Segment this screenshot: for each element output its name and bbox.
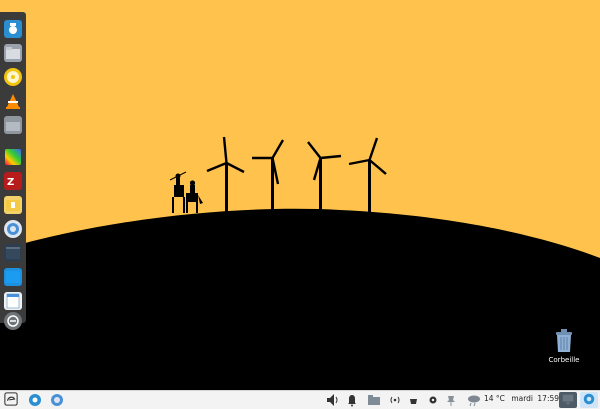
music-player-icon[interactable] <box>4 68 22 86</box>
app-store-icon <box>29 394 41 406</box>
monitor-icon <box>562 394 574 405</box>
cup-icon <box>410 399 417 404</box>
cloud-rain-icon <box>468 395 480 407</box>
browser-icon <box>583 393 595 405</box>
taskbar-app-2[interactable] <box>50 393 64 407</box>
settings-button[interactable] <box>427 393 439 407</box>
day-label: mardi <box>511 394 534 403</box>
file-manager-icon[interactable] <box>4 44 22 62</box>
filezilla-icon[interactable]: Z <box>4 172 22 190</box>
trash-icon <box>556 329 572 352</box>
notepad-icon[interactable] <box>4 292 22 310</box>
desktop: Z Corbeille <box>0 0 600 390</box>
network-button[interactable] <box>388 393 402 407</box>
svg-text:Z: Z <box>7 177 14 188</box>
folder-icon <box>368 395 380 405</box>
bell-icon <box>348 395 356 407</box>
pin-button[interactable] <box>445 393 457 407</box>
taskbar: 14 °C mardi 17:59 <box>0 390 600 409</box>
start-menu-button[interactable] <box>3 392 19 406</box>
window-icon[interactable] <box>4 268 22 286</box>
files-button[interactable] <box>367 393 381 407</box>
temperature-label: 14 °C <box>484 394 505 403</box>
volume-button[interactable] <box>326 393 340 407</box>
browser-icon[interactable] <box>4 220 22 238</box>
weather-button[interactable] <box>466 393 482 407</box>
terminal-icon[interactable] <box>4 244 22 262</box>
weather-clock[interactable]: 14 °C mardi 17:59 <box>484 394 559 403</box>
trash-label: Corbeille <box>548 356 580 364</box>
browser-launcher-button[interactable] <box>580 392 598 408</box>
start-menu-icon <box>4 392 18 406</box>
notifications-button[interactable] <box>347 393 357 407</box>
volume-icon <box>327 394 338 406</box>
shutdown-icon[interactable] <box>4 312 22 330</box>
folder-icon[interactable] <box>4 116 22 134</box>
color-picker-icon[interactable] <box>4 148 22 166</box>
dock: Z <box>0 12 26 330</box>
pin-icon <box>447 396 455 406</box>
app-store-icon[interactable] <box>4 20 22 38</box>
time-label: 17:59 <box>537 394 560 403</box>
caffeine-button[interactable] <box>408 393 420 407</box>
vlc-icon[interactable] <box>4 92 22 110</box>
trash-desktop-icon[interactable]: Corbeille <box>546 328 582 364</box>
wallpaper <box>0 0 600 390</box>
taskbar-app-1[interactable] <box>28 393 42 407</box>
wireless-icon <box>390 396 400 404</box>
gear-icon <box>429 396 437 404</box>
browser-icon <box>51 394 63 406</box>
archive-manager-icon[interactable] <box>4 196 22 214</box>
show-desktop-button[interactable] <box>559 392 577 408</box>
